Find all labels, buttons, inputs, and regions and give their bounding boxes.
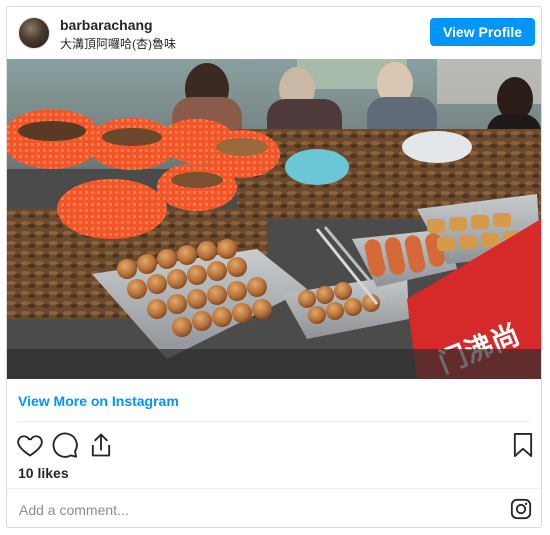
share-icon[interactable] [87, 431, 115, 459]
food-stall-image: 门沸尚 [7, 59, 541, 379]
profile-avatar[interactable] [18, 17, 50, 49]
view-profile-button[interactable]: View Profile [430, 18, 535, 46]
heart-icon[interactable] [16, 431, 44, 459]
post-photo[interactable]: 门沸尚 [7, 59, 541, 379]
comment-bar [7, 488, 541, 529]
likes-count[interactable]: 10 likes [18, 465, 69, 481]
comment-icon[interactable] [51, 431, 79, 459]
bookmark-icon[interactable] [509, 431, 537, 459]
username[interactable]: barbarachang [60, 17, 153, 33]
comment-input[interactable] [17, 498, 481, 522]
instagram-embed-card: barbarachang 大溝頂阿囉哈(杏)魯味 View Profile 门沸… [6, 6, 542, 528]
divider [18, 421, 530, 422]
action-bar [7, 427, 541, 463]
location[interactable]: 大溝頂阿囉哈(杏)魯味 [60, 35, 176, 52]
view-more-link[interactable]: View More on Instagram [18, 393, 179, 409]
post-header: barbarachang 大溝頂阿囉哈(杏)魯味 View Profile [7, 7, 541, 59]
instagram-icon[interactable] [510, 498, 532, 520]
